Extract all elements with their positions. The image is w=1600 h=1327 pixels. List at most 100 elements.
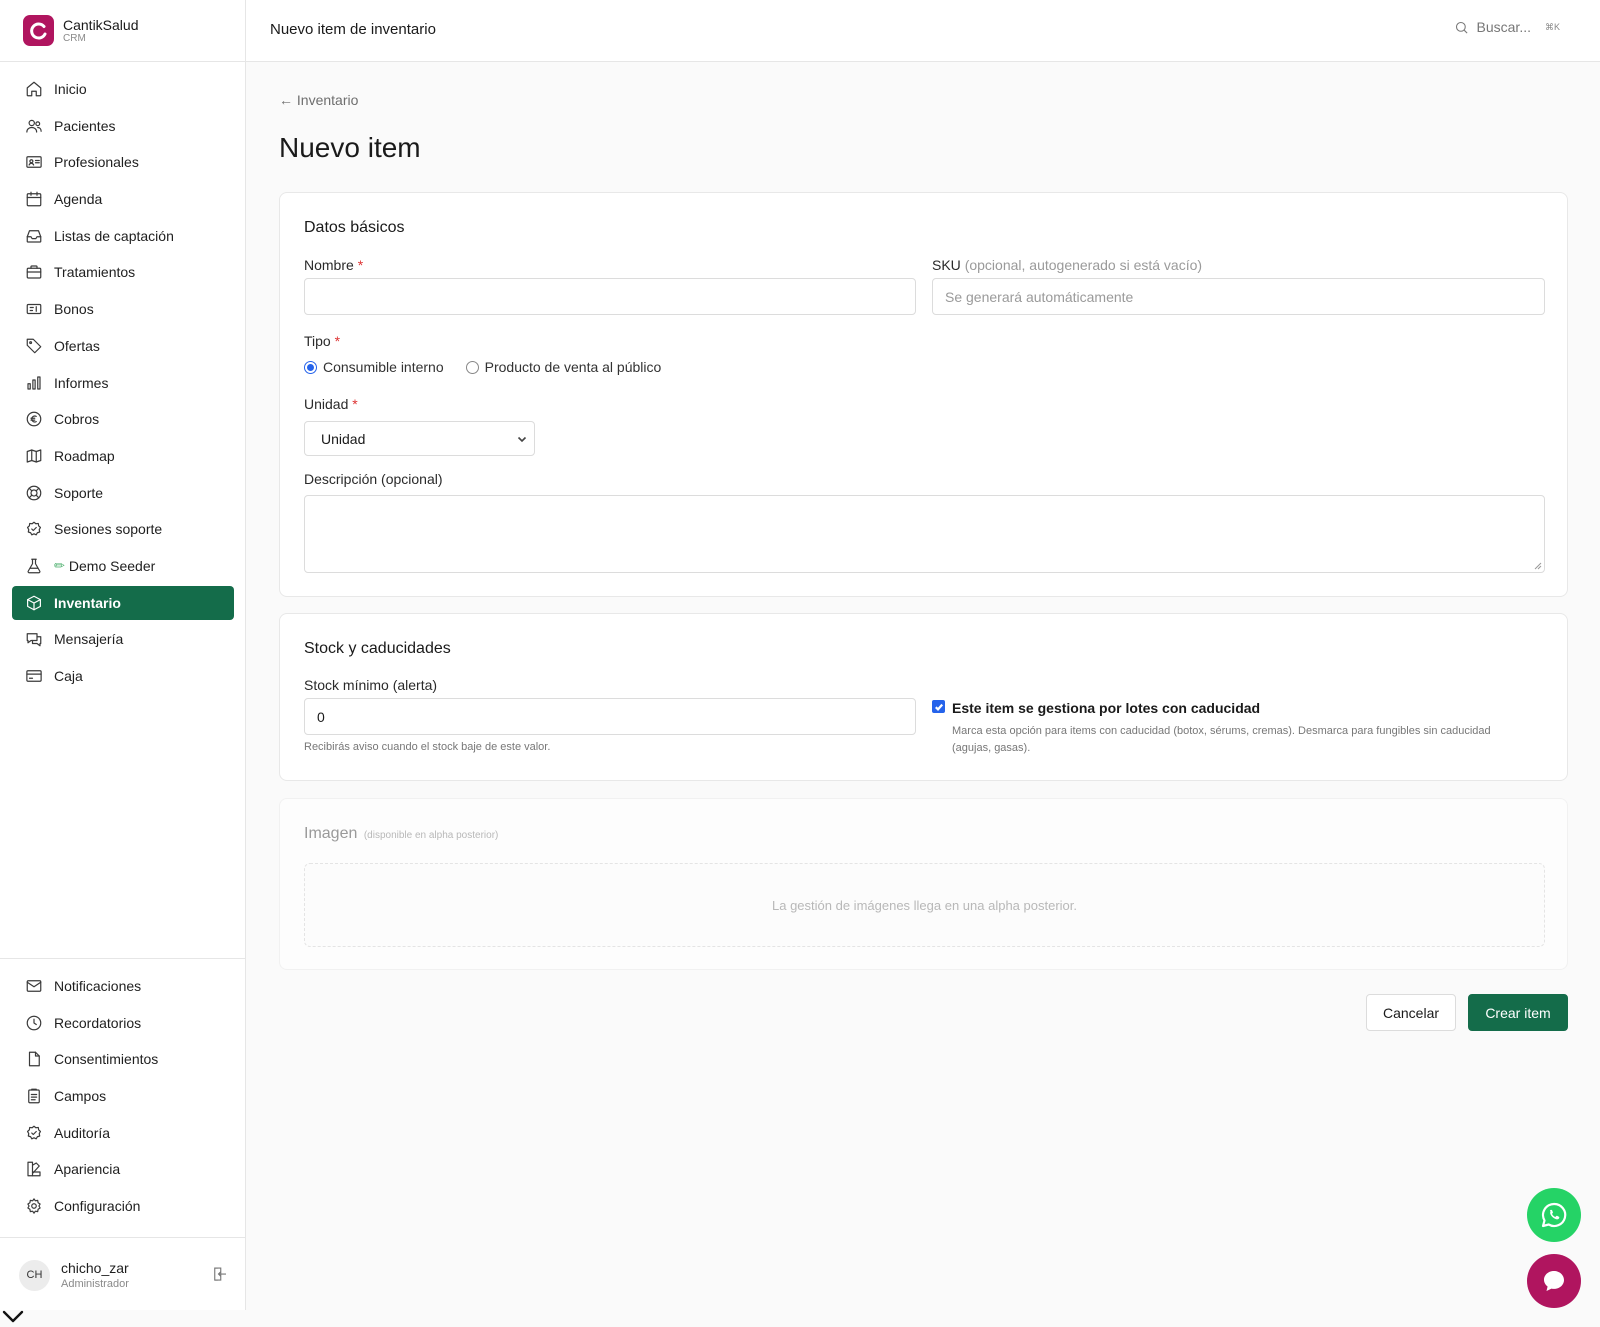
sidebar-item-sesiones-soporte[interactable]: Sesiones soporte xyxy=(12,512,234,546)
image-subtitle: (disponible en alpha posterior) xyxy=(363,830,499,841)
sidebar-item-caja[interactable]: Caja xyxy=(12,659,234,693)
sidebar-item-label: Configuración xyxy=(54,1198,141,1215)
sidebar-item-bonos[interactable]: Bonos xyxy=(12,292,234,326)
topbar: Nuevo item de inventario Buscar... ⌘K xyxy=(246,0,1600,62)
home-icon xyxy=(24,80,43,99)
sidebar-item-configuracion[interactable]: Configuración xyxy=(12,1189,234,1223)
search-button[interactable]: Buscar... ⌘K xyxy=(1454,19,1560,35)
min-stock-field[interactable] xyxy=(304,698,916,735)
min-stock-label: Stock mínimo (alerta) xyxy=(304,677,438,693)
clipboard-icon xyxy=(24,1087,43,1106)
box-icon xyxy=(24,593,43,612)
sidebar-divider xyxy=(0,1237,246,1238)
resize-handle-icon[interactable] xyxy=(1534,562,1542,570)
cancel-button[interactable]: Cancelar xyxy=(1366,994,1456,1031)
sidebar-item-demo-seeder[interactable]: ✏ Demo Seeder xyxy=(12,549,234,583)
chat-button[interactable] xyxy=(1527,1254,1581,1308)
sidebar-item-notificaciones[interactable]: Notificaciones xyxy=(12,969,234,1003)
gear-icon xyxy=(24,1197,43,1216)
required-marker: * xyxy=(357,257,364,273)
unit-label: Unidad * xyxy=(304,396,358,412)
users-icon xyxy=(24,116,43,135)
sidebar-item-label: Mensajería xyxy=(54,631,124,648)
sidebar-item-listas[interactable]: Listas de captación xyxy=(12,219,234,253)
sidebar-item-apariencia[interactable]: Apariencia xyxy=(12,1152,234,1186)
sidebar-item-label: Soporte xyxy=(54,484,104,501)
sidebar-item-label: Notificaciones xyxy=(54,978,142,994)
breadcrumb-back-link[interactable]: ← Inventario xyxy=(279,92,358,108)
sidebar-item-recordatorios[interactable]: Recordatorios xyxy=(12,1006,234,1040)
unit-select[interactable]: Unidad xyxy=(304,421,535,456)
sidebar-item-campos[interactable]: Campos xyxy=(12,1079,234,1113)
sidebar-item-label: Listas de captación xyxy=(54,227,174,244)
basic-data-card: Datos básicos Nombre * SKU (opcional, au… xyxy=(279,192,1568,597)
image-dropzone: La gestión de imágenes llega en una alph… xyxy=(304,863,1545,947)
name-field[interactable] xyxy=(304,278,916,315)
sidebar-divider xyxy=(0,958,246,959)
sku-hint: (opcional, autogenerado si está vacío) xyxy=(964,257,1203,273)
tag-icon xyxy=(24,336,43,355)
min-stock-hint: Recibirás aviso cuando el stock baje de … xyxy=(304,741,551,753)
briefcase-icon xyxy=(24,263,43,282)
ticket-icon xyxy=(24,300,43,319)
type-option-retail[interactable]: Producto de venta al público xyxy=(465,359,661,375)
sidebar-item-ofertas[interactable]: Ofertas xyxy=(12,329,234,363)
chevron-down-icon[interactable] xyxy=(2,1308,24,1324)
lifebuoy-icon xyxy=(24,483,43,502)
sidebar-item-roadmap[interactable]: Roadmap xyxy=(12,439,234,473)
page-header-title: Nuevo item de inventario xyxy=(270,21,436,38)
type-option-internal[interactable]: Consumible interno xyxy=(304,359,444,375)
flask-icon xyxy=(24,556,43,575)
sidebar-item-label: Recordatorios xyxy=(54,1014,142,1031)
inbox-icon xyxy=(24,226,43,245)
image-card: Imagen (disponible en alpha posterior) L… xyxy=(279,798,1568,970)
whatsapp-button[interactable] xyxy=(1527,1188,1581,1242)
unit-label-text: Unidad xyxy=(304,396,349,412)
sidebar-item-profesionales[interactable]: Profesionales xyxy=(12,145,234,179)
sidebar-item-auditoria[interactable]: Auditoría xyxy=(12,1116,234,1150)
sidebar-item-soporte[interactable]: Soporte xyxy=(12,476,234,510)
lots-checkbox[interactable] xyxy=(932,700,945,713)
chevron-down-icon xyxy=(516,432,528,444)
sidebar-item-pacientes[interactable]: Pacientes xyxy=(12,109,234,143)
type-label-text: Tipo xyxy=(304,333,331,349)
radio-label: Consumible interno xyxy=(323,359,444,375)
sidebar-item-cobros[interactable]: Cobros xyxy=(12,402,234,436)
sidebar-item-agenda[interactable]: Agenda xyxy=(12,182,234,216)
brand[interactable]: CantikSalud CRM xyxy=(0,0,245,62)
sidebar-item-label: Cobros xyxy=(54,411,100,428)
map-icon xyxy=(24,446,43,465)
sidebar-nav: Inicio Pacientes Profesionales Agenda Li… xyxy=(12,72,234,696)
sidebar-item-label: Profesionales xyxy=(54,154,139,171)
description-field[interactable] xyxy=(304,495,1545,573)
sidebar-item-tratamientos[interactable]: Tratamientos xyxy=(12,255,234,289)
sku-label-text: SKU xyxy=(932,257,961,273)
required-marker: * xyxy=(334,333,341,349)
sidebar-item-inicio[interactable]: Inicio xyxy=(12,72,234,106)
mail-icon xyxy=(24,977,43,996)
stock-card: Stock y caducidades Stock mínimo (alerta… xyxy=(279,613,1568,781)
user-profile[interactable]: CH chicho_zar Administrador xyxy=(19,1258,229,1292)
sidebar-item-mensajeria[interactable]: Mensajería xyxy=(12,622,234,656)
create-item-button[interactable]: Crear item xyxy=(1468,994,1568,1031)
sidebar-item-consentimientos[interactable]: Consentimientos xyxy=(12,1042,234,1076)
sidebar-item-label: Caja xyxy=(54,668,83,684)
check-icon xyxy=(934,703,943,711)
logout-icon[interactable] xyxy=(211,1265,229,1283)
description-label: Descripción (opcional) xyxy=(304,471,443,487)
radio-button[interactable] xyxy=(465,360,479,374)
whatsapp-icon xyxy=(1541,1202,1567,1228)
brand-sub: CRM xyxy=(63,32,86,44)
lots-checkbox-label[interactable]: Este item se gestiona por lotes con cadu… xyxy=(952,700,1260,716)
radio-button[interactable] xyxy=(304,360,317,374)
name-label-text: Nombre xyxy=(304,257,354,273)
shield-check-icon xyxy=(24,1123,43,1142)
name-label: Nombre * xyxy=(304,257,363,273)
sidebar-item-inventario[interactable]: Inventario xyxy=(12,585,234,620)
sidebar-item-informes[interactable]: Informes xyxy=(12,366,234,400)
image-title: Imagen xyxy=(304,825,358,842)
sku-field[interactable] xyxy=(932,278,1545,315)
card-title: Imagen (disponible en alpha posterior) xyxy=(304,825,498,843)
search-shortcut: ⌘K xyxy=(1544,21,1560,32)
sidebar-item-label: Bonos xyxy=(54,301,94,318)
